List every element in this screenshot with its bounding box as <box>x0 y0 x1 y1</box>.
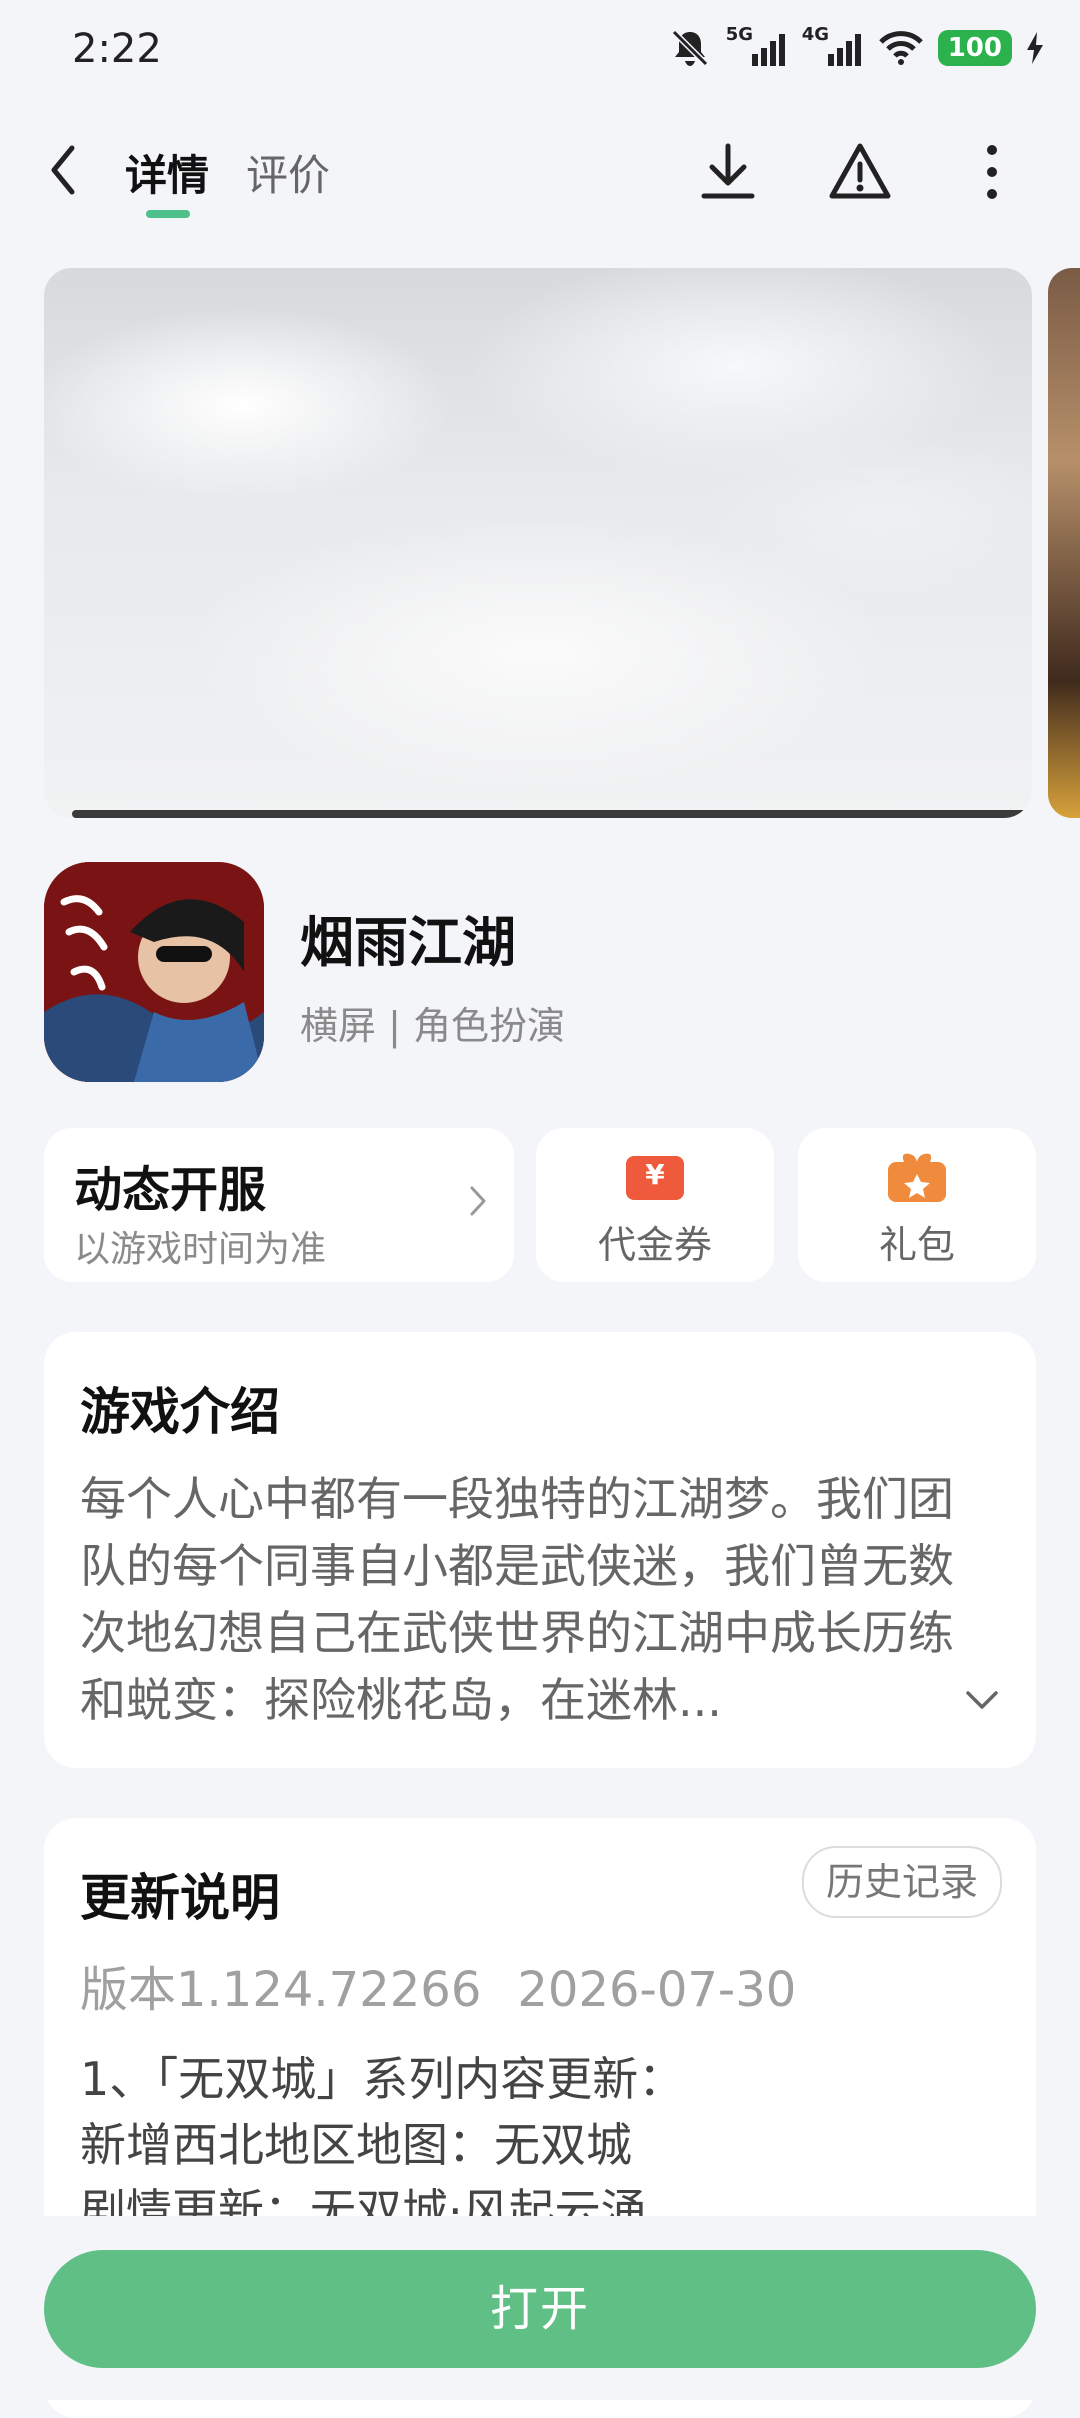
app-name: 烟雨江湖 <box>300 911 516 974</box>
media-screenshot-next[interactable] <box>1048 268 1080 818</box>
version-number: 版本1.124.72266 <box>80 1962 482 2018</box>
update-line: 新增西北地区地图：无双城 <box>80 2118 632 2172</box>
status-time: 2:22 <box>72 26 162 72</box>
wifi-icon <box>878 31 923 65</box>
gift-card[interactable]: 礼包 <box>798 1128 1036 1282</box>
tab-reviews[interactable]: 评价 <box>246 142 330 203</box>
update-title: 更新说明 <box>80 1869 280 1927</box>
status-bar: 2:22 5G 4G 100 <box>0 0 1080 100</box>
voucher-card[interactable]: ¥ 代金券 <box>536 1128 774 1282</box>
media-video-preview[interactable] <box>44 268 1032 818</box>
video-progress-bar <box>72 810 1032 818</box>
update-line: 1、「无双城」系列内容更新： <box>80 2052 685 2106</box>
active-tab-indicator <box>146 210 190 218</box>
top-nav: 详情 评价 <box>0 110 1080 240</box>
chevron-down-icon[interactable] <box>964 1688 1000 1712</box>
gift-icon <box>886 1152 948 1204</box>
history-button[interactable]: 历史记录 <box>801 1846 1002 1918</box>
more-options-icon[interactable] <box>956 136 1028 208</box>
app-tags: 横屏 | 角色扮演 <box>300 1004 565 1048</box>
voucher-label: 代金券 <box>597 1223 712 1267</box>
chevron-right-icon <box>470 1186 486 1216</box>
report-warning-icon[interactable] <box>824 136 896 208</box>
app-icon-artwork <box>44 862 264 1082</box>
voucher-icon: ¥ <box>624 1152 686 1204</box>
intro-title: 游戏介绍 <box>80 1383 280 1441</box>
server-open-card[interactable]: 动态开服 以游戏时间为准 <box>44 1128 514 1282</box>
signal-4g: 4G <box>802 24 864 68</box>
server-open-subtitle: 以游戏时间为准 <box>74 1229 327 1270</box>
tab-details[interactable]: 详情 <box>125 142 209 203</box>
signal-5g-icon <box>751 34 785 66</box>
charging-icon <box>1027 32 1043 64</box>
version-date: 2026-07-30 <box>517 1962 797 2018</box>
signal-4g-icon <box>827 34 861 66</box>
bottom-action-bar: 打开 <box>0 2216 1080 2400</box>
battery-indicator: 100 <box>937 30 1012 66</box>
game-intro-card: 游戏介绍 每个人心中都有一段独特的江湖梦。我们团队的每个同事自小都是武侠迷，我们… <box>44 1332 1036 1768</box>
version-line: 版本1.124.72266 2026-07-30 <box>80 1950 796 2020</box>
mute-icon <box>671 29 708 67</box>
open-button[interactable]: 打开 <box>44 2250 1036 2368</box>
gift-label: 礼包 <box>878 1223 955 1267</box>
signal-5g: 5G <box>726 24 788 68</box>
intro-text: 每个人心中都有一段独特的江湖梦。我们团队的每个同事自小都是武侠迷，我们曾无数次地… <box>80 1472 954 1727</box>
download-icon[interactable] <box>692 136 764 208</box>
update-text: 1、「无双城」系列内容更新： 新增西北地区地图：无双城 剧情更新：无双城·风起云… <box>80 2046 1000 2244</box>
server-open-title: 动态开服 <box>74 1162 267 1218</box>
status-icons: 5G 4G 100 <box>668 24 1044 68</box>
app-icon <box>44 862 264 1082</box>
back-icon[interactable] <box>44 140 84 200</box>
